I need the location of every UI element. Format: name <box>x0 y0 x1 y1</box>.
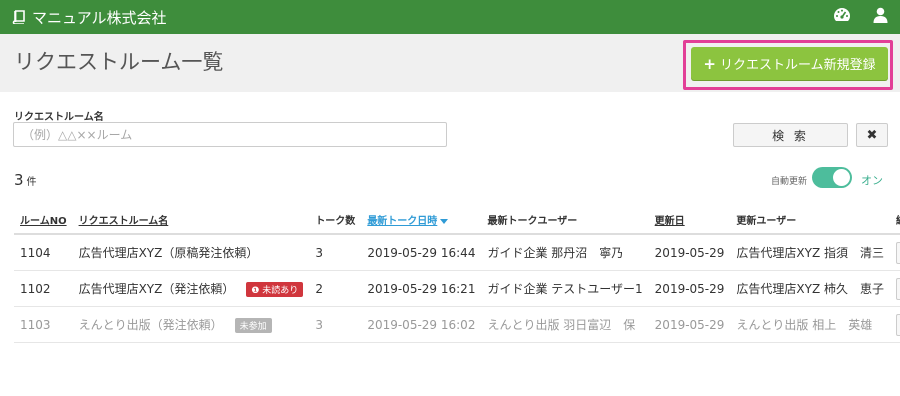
room-name-cell[interactable]: 広告代理店XYZ（発注依頼） ❶ 未読あり <box>72 270 310 307</box>
alert-icon: ❶ <box>251 286 263 296</box>
edit-button[interactable] <box>896 313 900 336</box>
updated-user: 広告代理店XYZ 指須 清三 <box>730 234 891 271</box>
col-updated-date[interactable]: 更新日 <box>648 206 731 235</box>
search-input[interactable] <box>13 122 447 147</box>
room-name-cell[interactable]: えんとり出版（発注依頼） 未参加 <box>72 306 310 343</box>
auto-refresh-label: 自動更新 <box>771 177 808 187</box>
latest-talk-datetime: 2019-05-29 16:44 <box>361 234 482 271</box>
toggle-knob <box>833 169 850 186</box>
room-no: 1104 <box>14 234 73 271</box>
table-row[interactable]: 1102 広告代理店XYZ（発注依頼） ❶ 未読あり 2 2019-05-29 1… <box>14 270 900 307</box>
latest-talk-user: ガイド企業 那丹沼 寧乃 <box>481 234 649 271</box>
talk-count: 3 <box>309 234 362 271</box>
auto-refresh-toggle[interactable] <box>812 167 852 188</box>
room-name[interactable]: 広告代理店XYZ（原稿発注依頼） <box>72 234 310 271</box>
col-room-no[interactable]: ルームNO <box>14 206 73 235</box>
col-latest-user: 最新トークユーザー <box>481 206 649 235</box>
col-talk-count: トーク数 <box>309 206 362 235</box>
search-button[interactable]: 検 索 <box>733 123 848 147</box>
updated-user: えんとり出版 相上 英雄 <box>730 306 891 343</box>
brand[interactable]: マニュアル株式会社 <box>12 7 167 28</box>
add-button-label: リクエストルーム新規登録 <box>719 58 876 73</box>
result-count: 3件 <box>14 171 37 189</box>
updated-date: 2019-05-29 <box>648 234 731 271</box>
sort-desc-icon <box>440 218 449 224</box>
latest-talk-user: ガイド企業 テストユーザー1 <box>481 270 649 307</box>
room-name: えんとり出版（発注依頼） <box>78 318 223 332</box>
latest-talk-datetime: 2019-05-29 16:21 <box>361 270 482 307</box>
talk-count: 2 <box>309 270 362 307</box>
clear-button[interactable]: ✖ <box>856 123 888 147</box>
updated-user: 広告代理店XYZ 柿久 恵子 <box>730 270 891 307</box>
unread-badge: ❶ 未読あり <box>246 282 304 297</box>
add-request-room-button[interactable]: + リクエストルーム新規登録 <box>691 47 888 80</box>
edit-button[interactable] <box>896 241 900 264</box>
col-updated-user: 更新ユーザー <box>730 206 891 235</box>
room-no: 1103 <box>14 306 73 343</box>
table-row[interactable]: 1104 広告代理店XYZ（原稿発注依頼） 3 2019-05-29 16:44… <box>14 234 900 271</box>
app-title: マニュアル株式会社 <box>32 8 167 27</box>
close-icon: ✖ <box>866 127 878 143</box>
count-number: 3 <box>14 171 24 189</box>
book-icon <box>12 10 25 24</box>
room-name: 広告代理店XYZ（発注依頼） <box>78 282 235 296</box>
request-room-table: ルームNO リクエストルーム名 トーク数 最新トーク日時 最新トークユーザー 更… <box>14 206 900 343</box>
dashboard-icon[interactable] <box>833 7 851 27</box>
updated-date: 2019-05-29 <box>648 270 731 307</box>
col-room-name[interactable]: リクエストルーム名 <box>72 206 310 235</box>
count-unit: 件 <box>26 177 37 188</box>
plus-icon: + <box>703 54 716 73</box>
not-joined-badge: 未参加 <box>234 318 272 333</box>
user-icon[interactable] <box>873 7 888 27</box>
edit-button[interactable] <box>896 277 900 300</box>
col-latest-talk[interactable]: 最新トーク日時 <box>361 206 482 235</box>
table-header-row: ルームNO リクエストルーム名 トーク数 最新トーク日時 最新トークユーザー 更… <box>14 206 900 235</box>
search-label: リクエストルーム名 <box>14 112 104 123</box>
table-row[interactable]: 1103 えんとり出版（発注依頼） 未参加 3 2019-05-29 16:02 … <box>14 306 900 343</box>
latest-talk-user: えんとり出版 羽日富辺 保 <box>481 306 649 343</box>
auto-refresh-state: オン <box>861 174 883 187</box>
top-navbar: マニュアル株式会社 <box>0 0 900 34</box>
page-title: リクエストルーム一覧 <box>14 50 224 74</box>
col-edit: 編集 <box>890 206 900 235</box>
updated-date: 2019-05-29 <box>648 306 731 343</box>
latest-talk-datetime: 2019-05-29 16:02 <box>361 306 482 343</box>
room-no: 1102 <box>14 270 73 307</box>
talk-count: 3 <box>309 306 362 343</box>
